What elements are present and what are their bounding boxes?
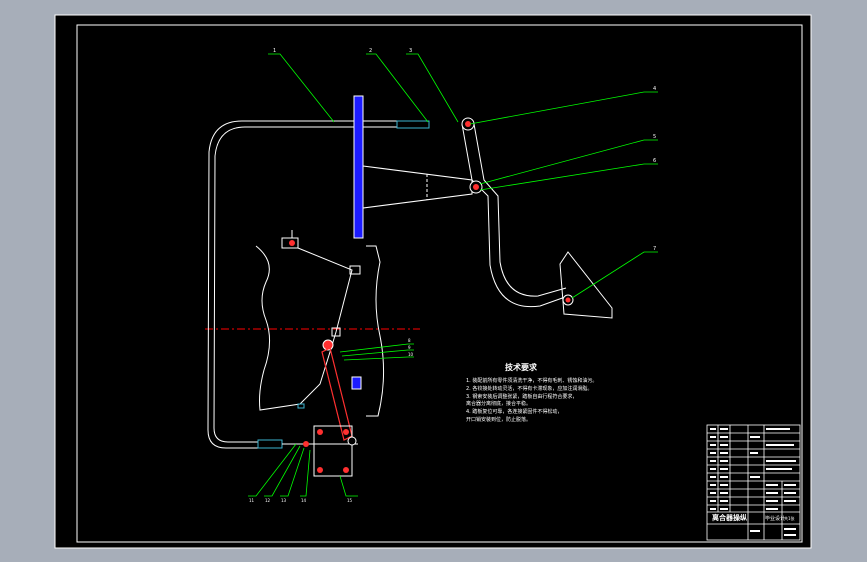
cad-drawing-canvas: 1 2 3 4 5 6 7 8 9 10 11 12 13 14 15 技术要求… xyxy=(54,14,812,549)
callout-top-1: 1 xyxy=(273,48,276,54)
release-fork-bearing xyxy=(351,376,362,390)
tech-note-line-3: 3. 钢索安装后调整张紧，踏板自由行程符合要求， xyxy=(466,393,577,400)
firewall-plate xyxy=(353,95,364,239)
tech-note-line-4: 离合器分离彻底，接合平稳。 xyxy=(466,400,531,407)
callout-right-4: 4 xyxy=(653,86,656,92)
callout-top-3: 3 xyxy=(409,48,412,54)
callout-bottom-12: 12 xyxy=(265,498,271,503)
title-block-sheet-info: 共1张 xyxy=(784,515,795,521)
callout-mid-10: 10 xyxy=(408,352,414,357)
tech-note-line-6: 开口销安装到位，防止脱落。 xyxy=(466,416,531,423)
adjuster-bolt-3 xyxy=(317,467,323,473)
callout-right-5: 5 xyxy=(653,134,656,140)
tech-note-line-5: 4. 踏板复位可靠，各连接紧固件不得松动， xyxy=(466,408,562,415)
tech-notes-heading: 技术要求 xyxy=(505,362,538,372)
callout-bottom-15: 15 xyxy=(347,498,353,503)
cable-end-pin xyxy=(347,436,357,446)
callout-bottom-13: 13 xyxy=(281,498,287,503)
callout-right-6: 6 xyxy=(653,158,656,164)
housing-bolt xyxy=(289,240,295,246)
adjuster-bolt-2 xyxy=(343,429,349,435)
cable-clip xyxy=(303,441,309,447)
callout-top-2: 2 xyxy=(369,48,372,54)
tech-note-line-1: 1. 装配前所有零件须清洗干净，不得有毛刺、锈蚀和油污。 xyxy=(466,377,597,384)
title-block-drawing-name: 离合器操纵 xyxy=(712,513,747,522)
pivot-pin-mid-core xyxy=(473,184,479,190)
adjuster-bolt-1 xyxy=(317,429,323,435)
adjuster-bolt-4 xyxy=(343,467,349,473)
tech-note-line-2: 2. 各铰接处转动灵活，不得有卡滞现象，应加注润滑脂。 xyxy=(466,385,592,392)
callout-bottom-11: 11 xyxy=(249,498,255,503)
callout-right-7: 7 xyxy=(653,246,656,252)
callout-bottom-14: 14 xyxy=(301,498,307,503)
drawing-sheet xyxy=(54,14,812,549)
title-block-design-label: 毕业设计 xyxy=(765,515,785,522)
pedal-pad-pin-core xyxy=(565,297,571,303)
